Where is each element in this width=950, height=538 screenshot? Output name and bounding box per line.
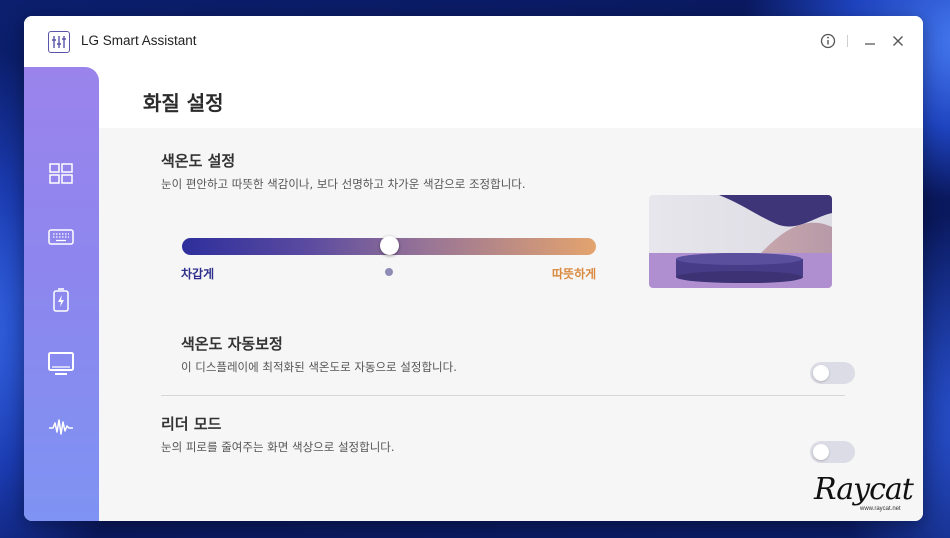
page-header: 화질 설정 — [99, 67, 923, 128]
sidebar — [24, 67, 99, 521]
cool-label: 차갑게 — [181, 267, 215, 281]
close-button[interactable] — [889, 32, 907, 50]
sidebar-item-sound[interactable] — [47, 413, 75, 441]
toggle-knob — [813, 444, 829, 460]
info-button[interactable] — [819, 32, 837, 50]
info-icon — [820, 33, 836, 49]
keyboard-icon — [48, 229, 74, 245]
settings-panel: 색온도 설정 눈이 편안하고 따뜻한 색감이나, 보다 선명하고 차가운 색감으… — [99, 128, 923, 521]
toggle-knob — [813, 365, 829, 381]
watermark-url: www.raycat.net — [860, 506, 901, 512]
reader-mode-title: 리더 모드 — [161, 415, 222, 433]
watermark-logo: Raycat www.raycat.net — [806, 470, 916, 520]
auto-correct-description: 이 디스플레이에 최적화된 색온도로 자동으로 설정합니다. — [181, 360, 457, 374]
warm-label: 따뜻하게 — [552, 267, 597, 281]
auto-correct-toggle[interactable] — [810, 362, 855, 384]
sidebar-item-layout[interactable] — [47, 159, 75, 187]
close-icon — [893, 36, 903, 46]
app-window: LG Smart Assistant 화질 설정 색온도 설정 눈이 편안하고 … — [24, 16, 923, 521]
slider-default-marker — [385, 268, 393, 276]
app-logo-icon — [48, 31, 70, 53]
color-temp-title: 색온도 설정 — [161, 152, 236, 170]
layout-grid-icon — [49, 163, 73, 184]
sidebar-item-battery[interactable] — [47, 286, 75, 314]
sidebar-item-display[interactable] — [47, 349, 75, 377]
battery-charging-icon — [53, 288, 69, 312]
reader-mode-description: 눈의 피로를 줄여주는 화면 색상으로 설정합니다. — [161, 440, 395, 454]
monitor-icon — [48, 352, 74, 375]
color-temp-preview-image — [649, 195, 832, 288]
color-temp-slider-thumb[interactable] — [379, 236, 399, 255]
section-divider — [161, 395, 845, 396]
auto-correct-title: 색온도 자동보정 — [181, 335, 283, 353]
color-temp-description: 눈이 편안하고 따뜻한 색감이나, 보다 선명하고 차가운 색감으로 조정합니다… — [161, 177, 526, 191]
watermark-logo-text: Raycat — [814, 472, 914, 507]
titlebar-separator — [847, 35, 848, 47]
title-bar: LG Smart Assistant — [24, 16, 923, 67]
sidebar-item-keyboard[interactable] — [47, 223, 75, 251]
audio-wave-icon — [49, 419, 73, 435]
reader-mode-toggle[interactable] — [810, 441, 855, 463]
app-title: LG Smart Assistant — [81, 33, 197, 48]
minimize-icon — [865, 43, 875, 45]
minimize-button[interactable] — [861, 32, 879, 50]
page-title: 화질 설정 — [143, 91, 224, 115]
